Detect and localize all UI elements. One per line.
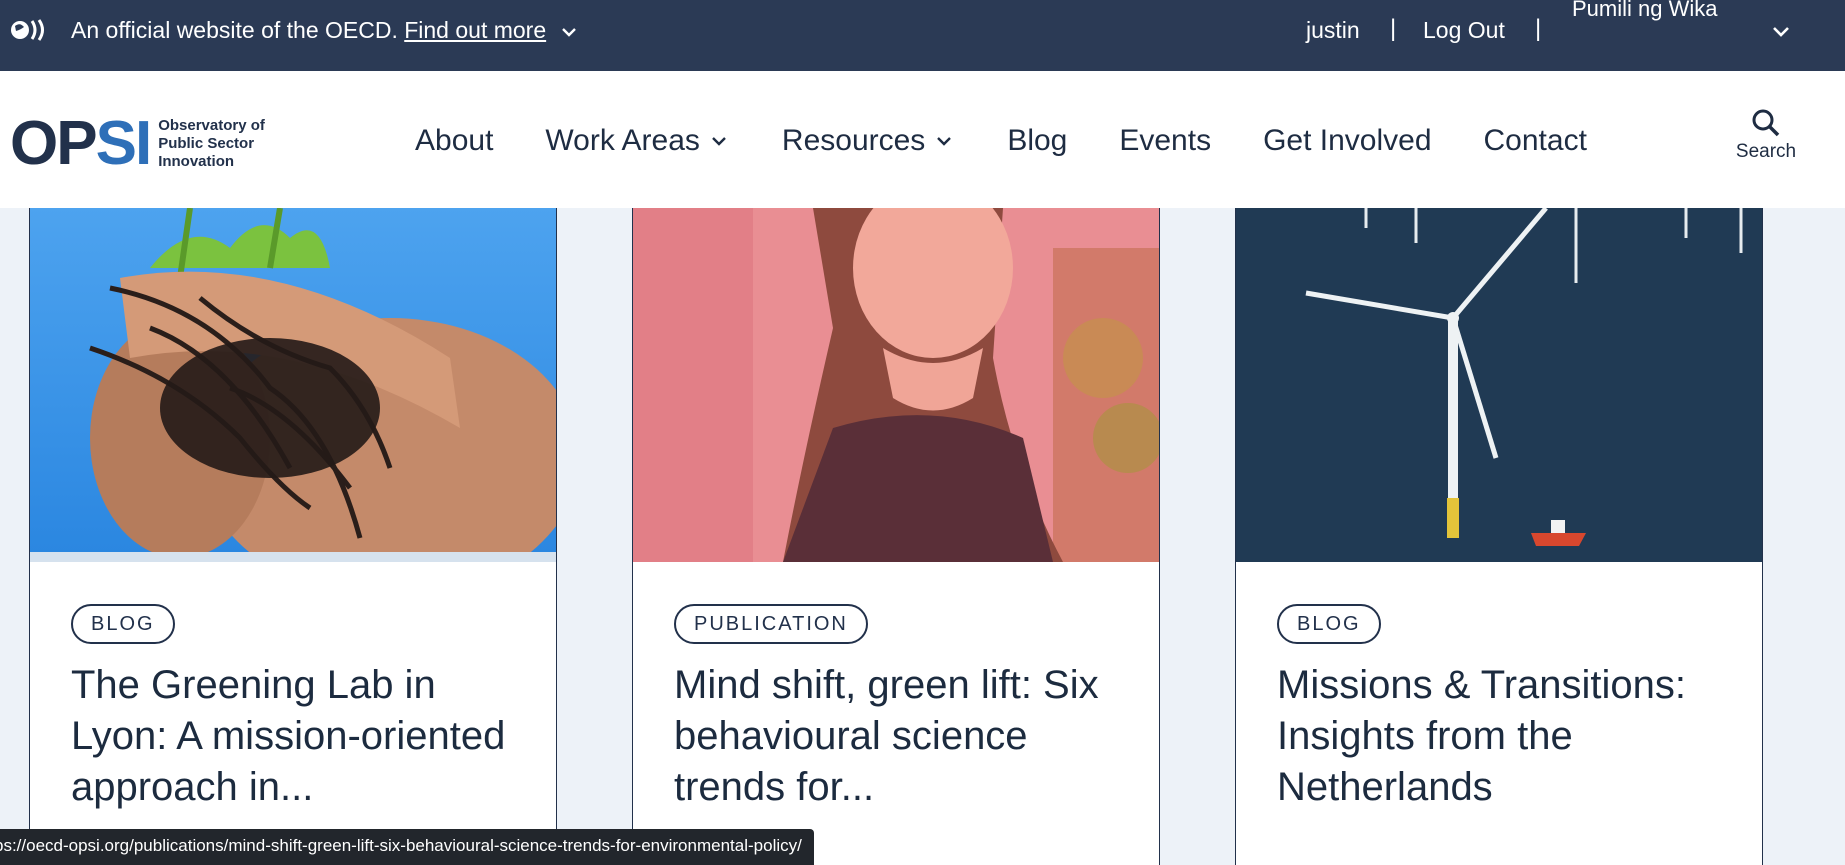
- content-card[interactable]: PUBLICATION Mind shift, green lift: Six …: [632, 208, 1160, 865]
- card-image-woman-portrait[interactable]: [633, 208, 1159, 562]
- main-nav: About Work Areas Resources Blog Events G…: [415, 118, 1639, 164]
- nav-contact[interactable]: Contact: [1484, 124, 1587, 158]
- card-title[interactable]: The Greening Lab in Lyon: A mission-orie…: [71, 660, 531, 813]
- logout-link[interactable]: Log Out: [1423, 16, 1505, 44]
- nav-resources[interactable]: Resources: [782, 124, 955, 158]
- status-url-text: ps://oecd-opsi.org/publications/mind-shi…: [0, 836, 802, 855]
- card-title[interactable]: Missions & Transitions: Insights from th…: [1277, 660, 1737, 813]
- nav-label: Contact: [1483, 124, 1587, 157]
- logo-line: Public Sector: [158, 135, 255, 152]
- language-selector[interactable]: Pumili ng Wika: [1572, 0, 1717, 22]
- content-type-badge: BLOG: [1277, 604, 1381, 644]
- opsi-logo-text: Observatory of Public Sector Innovation: [158, 117, 265, 171]
- search-label: Search: [1735, 141, 1797, 162]
- link-status-bar: ps://oecd-opsi.org/publications/mind-shi…: [0, 829, 814, 865]
- separator: |: [1390, 15, 1397, 42]
- chevron-down-icon: [937, 137, 952, 146]
- site-header: OPSI Observatory of Public Sector Innova…: [0, 71, 1845, 208]
- opsi-logo[interactable]: OPSI Observatory of Public Sector Innova…: [10, 113, 265, 175]
- card-image-roots-hands[interactable]: [30, 208, 556, 562]
- chevron-down-icon: [712, 137, 726, 146]
- nav-events[interactable]: Events: [1119, 124, 1211, 158]
- content-card[interactable]: BLOG Missions & Transitions: Insights fr…: [1235, 208, 1763, 865]
- nav-blog[interactable]: Blog: [1007, 124, 1067, 158]
- find-out-more-link[interactable]: Find out more: [404, 17, 546, 43]
- opsi-logo-mark: OPSI: [10, 109, 152, 178]
- chevron-down-icon[interactable]: [559, 22, 579, 42]
- nav-label: Get Involved: [1263, 124, 1432, 157]
- content-card[interactable]: BLOG The Greening Lab in Lyon: A mission…: [29, 208, 557, 865]
- nav-label: Events: [1119, 124, 1212, 157]
- separator: |: [1535, 15, 1542, 42]
- card-title[interactable]: Mind shift, green lift: Six behavioural …: [674, 660, 1134, 813]
- nav-get-involved[interactable]: Get Involved: [1263, 124, 1431, 158]
- official-site-notice: An official website of the OECD. Find ou…: [71, 16, 579, 44]
- card-image-wind-turbines[interactable]: [1236, 208, 1762, 562]
- nav-about[interactable]: About: [415, 124, 493, 158]
- nav-work-areas[interactable]: Work Areas: [545, 124, 730, 158]
- oecd-banner: An official website of the OECD. Find ou…: [0, 0, 1845, 71]
- username[interactable]: justin: [1306, 16, 1360, 44]
- nav-label: Work Areas: [545, 124, 700, 157]
- oecd-globe-icon: [11, 19, 44, 41]
- content-type-badge: BLOG: [71, 604, 175, 644]
- logo-line: Innovation: [158, 153, 235, 170]
- search-button[interactable]: Search: [1728, 107, 1804, 163]
- search-icon: [1752, 109, 1780, 137]
- nav-label: About: [415, 124, 494, 157]
- logo-line: Observatory of: [158, 117, 265, 134]
- nav-label: Blog: [1007, 124, 1068, 157]
- nav-label: Resources: [781, 124, 926, 157]
- chevron-down-icon[interactable]: [1770, 20, 1792, 42]
- content-type-badge: PUBLICATION: [674, 604, 868, 644]
- official-text: An official website of the OECD.: [71, 17, 398, 43]
